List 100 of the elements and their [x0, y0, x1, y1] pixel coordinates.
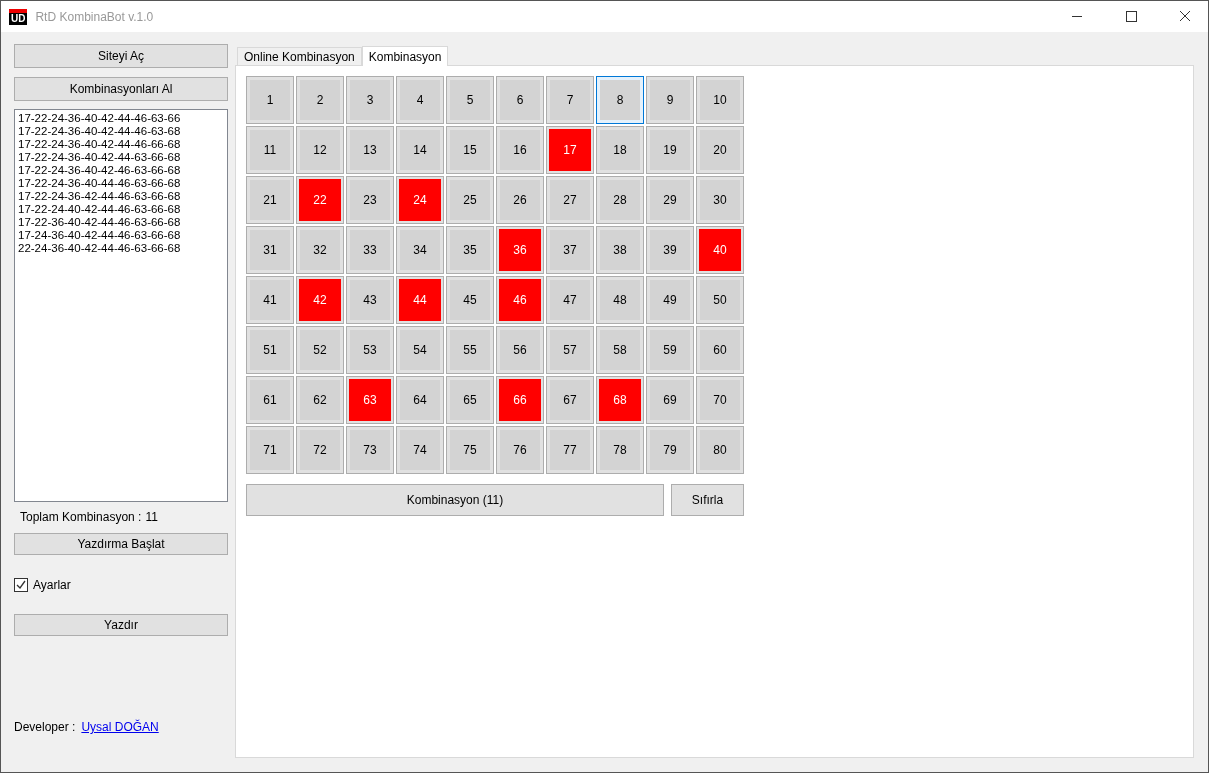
number-button[interactable]: 38	[596, 226, 644, 274]
number-button[interactable]: 67	[546, 376, 594, 424]
number-button[interactable]: 66	[496, 376, 544, 424]
reset-button[interactable]: Sıfırla	[671, 484, 744, 516]
number-button[interactable]: 62	[296, 376, 344, 424]
number-button[interactable]: 4	[396, 76, 444, 124]
combination-list[interactable]	[14, 109, 228, 502]
get-combinations-button[interactable]: Kombinasyonları Al	[14, 77, 228, 101]
number-button[interactable]: 72	[296, 426, 344, 474]
number-button[interactable]: 20	[696, 126, 744, 174]
number-button[interactable]: 15	[446, 126, 494, 174]
number-button[interactable]: 46	[496, 276, 544, 324]
list-item[interactable]: 17-22-24-36-42-44-46-63-66-68	[18, 190, 224, 203]
number-button[interactable]: 34	[396, 226, 444, 274]
number-button[interactable]: 58	[596, 326, 644, 374]
number-button[interactable]: 9	[646, 76, 694, 124]
number-button[interactable]: 14	[396, 126, 444, 174]
list-item[interactable]: 17-22-24-36-40-42-46-63-66-68	[18, 164, 224, 177]
number-button[interactable]: 61	[246, 376, 294, 424]
number-button[interactable]: 32	[296, 226, 344, 274]
number-button[interactable]: 56	[496, 326, 544, 374]
number-button[interactable]: 78	[596, 426, 644, 474]
number-button[interactable]: 39	[646, 226, 694, 274]
number-button[interactable]: 5	[446, 76, 494, 124]
number-button[interactable]: 31	[246, 226, 294, 274]
number-button[interactable]: 60	[696, 326, 744, 374]
number-button[interactable]: 70	[696, 376, 744, 424]
number-button[interactable]: 63	[346, 376, 394, 424]
number-button[interactable]: 24	[396, 176, 444, 224]
number-button[interactable]: 27	[546, 176, 594, 224]
list-item[interactable]: 17-22-24-40-42-44-46-63-66-68	[18, 203, 224, 216]
list-item[interactable]: 17-22-24-36-40-42-44-46-63-68	[18, 125, 224, 138]
list-item[interactable]: 17-22-24-36-40-42-44-46-66-68	[18, 138, 224, 151]
number-button[interactable]: 35	[446, 226, 494, 274]
number-button[interactable]: 75	[446, 426, 494, 474]
number-button[interactable]: 59	[646, 326, 694, 374]
settings-checkbox[interactable]	[14, 578, 28, 592]
number-button[interactable]: 77	[546, 426, 594, 474]
number-button[interactable]: 30	[696, 176, 744, 224]
number-button[interactable]: 25	[446, 176, 494, 224]
number-button[interactable]: 37	[546, 226, 594, 274]
number-button[interactable]: 57	[546, 326, 594, 374]
number-button[interactable]: 8	[596, 76, 644, 124]
number-button[interactable]: 50	[696, 276, 744, 324]
start-print-button[interactable]: Yazdırma Başlat	[14, 533, 228, 555]
number-button[interactable]: 79	[646, 426, 694, 474]
number-button[interactable]: 74	[396, 426, 444, 474]
number-button[interactable]: 29	[646, 176, 694, 224]
number-button[interactable]: 48	[596, 276, 644, 324]
list-item[interactable]: 17-22-24-36-40-44-46-63-66-68	[18, 177, 224, 190]
number-button[interactable]: 22	[296, 176, 344, 224]
number-button[interactable]: 47	[546, 276, 594, 324]
number-button[interactable]: 76	[496, 426, 544, 474]
number-button[interactable]: 1	[246, 76, 294, 124]
number-button[interactable]: 21	[246, 176, 294, 224]
list-item[interactable]: 17-22-24-36-40-42-44-63-66-68	[18, 151, 224, 164]
number-button[interactable]: 49	[646, 276, 694, 324]
number-button[interactable]: 6	[496, 76, 544, 124]
number-button[interactable]: 43	[346, 276, 394, 324]
number-button[interactable]: 3	[346, 76, 394, 124]
number-button[interactable]: 11	[246, 126, 294, 174]
tab[interactable]: Online Kombinasyon	[237, 47, 362, 65]
number-button[interactable]: 42	[296, 276, 344, 324]
number-button[interactable]: 28	[596, 176, 644, 224]
number-button[interactable]: 80	[696, 426, 744, 474]
number-button[interactable]: 7	[546, 76, 594, 124]
tab[interactable]: Kombinasyon	[361, 46, 449, 66]
number-button[interactable]: 19	[646, 126, 694, 174]
number-button[interactable]: 54	[396, 326, 444, 374]
developer-link[interactable]: Uysal DOĞAN	[81, 720, 159, 734]
print-button[interactable]: Yazdır	[14, 614, 228, 636]
number-button[interactable]: 52	[296, 326, 344, 374]
combination-button[interactable]: Kombinasyon (11)	[246, 484, 664, 516]
list-item[interactable]: 22-24-36-40-42-44-46-63-66-68	[18, 242, 224, 255]
number-button[interactable]: 73	[346, 426, 394, 474]
open-site-button[interactable]: Siteyi Aç	[14, 44, 228, 68]
number-button[interactable]: 45	[446, 276, 494, 324]
number-button[interactable]: 23	[346, 176, 394, 224]
number-button[interactable]: 16	[496, 126, 544, 174]
number-button[interactable]: 2	[296, 76, 344, 124]
number-button[interactable]: 51	[246, 326, 294, 374]
number-button[interactable]: 33	[346, 226, 394, 274]
list-item[interactable]: 17-22-36-40-42-44-46-63-66-68	[18, 216, 224, 229]
number-button[interactable]: 41	[246, 276, 294, 324]
list-item[interactable]: 17-22-24-36-40-42-44-46-63-66	[18, 112, 224, 125]
number-button[interactable]: 40	[696, 226, 744, 274]
number-button[interactable]: 13	[346, 126, 394, 174]
number-button[interactable]: 69	[646, 376, 694, 424]
number-button[interactable]: 55	[446, 326, 494, 374]
number-button[interactable]: 64	[396, 376, 444, 424]
number-button[interactable]: 36	[496, 226, 544, 274]
number-button[interactable]: 17	[546, 126, 594, 174]
number-button[interactable]: 71	[246, 426, 294, 474]
number-button[interactable]: 26	[496, 176, 544, 224]
list-item[interactable]: 17-24-36-40-42-44-46-63-66-68	[18, 229, 224, 242]
number-button[interactable]: 12	[296, 126, 344, 174]
number-button[interactable]: 18	[596, 126, 644, 174]
number-button[interactable]: 68	[596, 376, 644, 424]
number-button[interactable]: 44	[396, 276, 444, 324]
number-button[interactable]: 65	[446, 376, 494, 424]
